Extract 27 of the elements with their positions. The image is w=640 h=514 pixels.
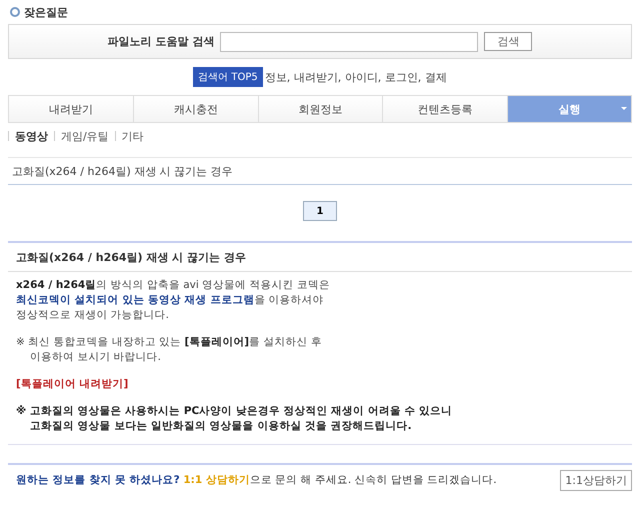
- answer-text: 이용하여 보시기 바랍니다.: [29, 350, 162, 365]
- category-tab[interactable]: 내려받기: [9, 96, 134, 122]
- help-text: 원하는 정보를 찾지 못 하셨나요? 1:1 상담하기으로 문의 해 주세요. 신속히 답변을 드리겠습니다.: [16, 473, 497, 487]
- subcategory-tab[interactable]: 기타: [122, 128, 144, 144]
- search-button[interactable]: 검색: [484, 32, 532, 51]
- bullet-icon: [10, 7, 20, 17]
- consult-button[interactable]: 1:1상담하기: [560, 470, 632, 490]
- answer-text: ※ 최신 통합코덱을 내장하고 있는 [톡플레이어]를 설치하신 후: [16, 335, 323, 350]
- answer-title: 고화질(x264 / h264릴) 재생 시 끊기는 경우: [8, 243, 632, 272]
- category-tab[interactable]: 캐시충전: [133, 96, 258, 122]
- answer-text: ※ 고화질의 영상물은 사용하시는 PC사양이 낮은경우 정상적인 재생이 어려울 수 있으니: [16, 404, 454, 419]
- download-link[interactable]: [톡플레이어 내려받기]: [16, 377, 624, 392]
- question-link[interactable]: 고화질(x264 / h264릴) 재생 시 끊기는 경우: [8, 158, 632, 184]
- search-label: 파일노리 도움말 검색: [108, 34, 214, 49]
- page-button[interactable]: 1: [303, 201, 337, 221]
- answer-text: 정상적으로 재생이 가능합니다.: [16, 308, 170, 323]
- search-field[interactable]: [220, 32, 478, 52]
- answer-text: 최신코덱이 설치되어 있는 동영상 재생 프로그램을 이용하셔야: [16, 293, 325, 308]
- top5-badge: 검색어 TOP5: [193, 67, 263, 87]
- category-tab[interactable]: 컨텐츠등록: [382, 96, 507, 122]
- subcategory-tab[interactable]: 동영상: [15, 128, 48, 144]
- page-title: 잦은질문: [24, 4, 68, 20]
- subcategory-tab[interactable]: 게임/유틸: [61, 128, 109, 144]
- answer-text: x264 / h264릴의 방식의 압축을 avi 영상물에 적용시킨 코덱은: [16, 278, 331, 293]
- top-search-terms[interactable]: 정보, 내려받기, 아이디, 로그인, 결제: [264, 70, 447, 84]
- category-tab[interactable]: 회원정보: [258, 96, 382, 122]
- answer-text: 고화질의 영상물 보다는 일반화질의 영상물을 이용하실 것을 권장해드립니다.: [29, 419, 413, 434]
